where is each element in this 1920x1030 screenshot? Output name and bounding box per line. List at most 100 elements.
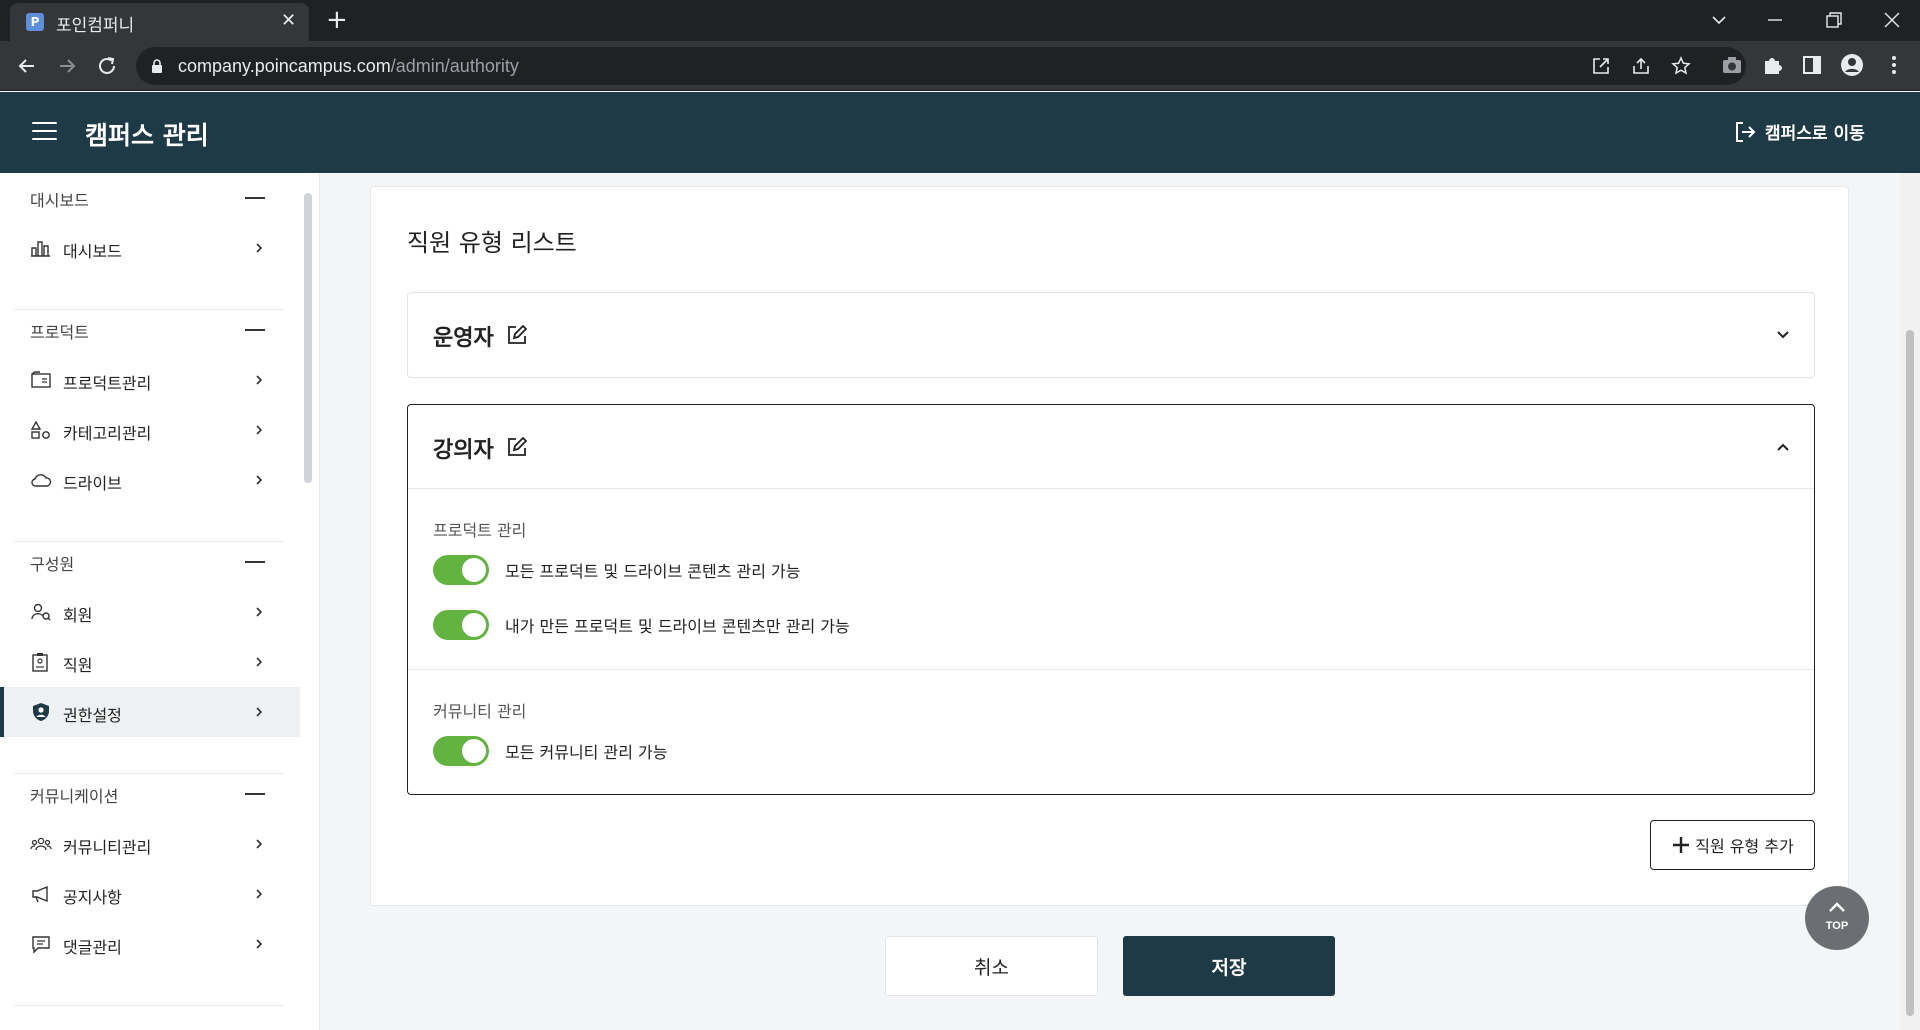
permission-row: 모든 커뮤니티 관리 가능 — [433, 736, 667, 766]
browser-menu-icon[interactable] — [1882, 53, 1906, 77]
role-header[interactable]: 강의자 — [408, 405, 1814, 489]
sidebar-item-product-manage[interactable]: 프로덕트관리 — [0, 355, 300, 405]
permission-toggle[interactable] — [433, 610, 489, 640]
edit-icon[interactable] — [506, 436, 528, 458]
chevron-right-icon — [256, 707, 263, 717]
sidebar-item-label: 공지사항 — [63, 888, 122, 907]
sidebar-section-header[interactable]: 프로덕트 — [0, 305, 300, 355]
permission-label: 모든 프로덕트 및 드라이브 콘텐츠 관리 가능 — [505, 562, 801, 581]
collapse-icon[interactable] — [245, 329, 265, 331]
add-staff-type-button[interactable]: 직원 유형 추가 — [1650, 820, 1815, 870]
profile-icon[interactable] — [1840, 53, 1864, 77]
sidebar-item-members[interactable]: 회원 — [0, 587, 300, 637]
staff-icon — [32, 653, 48, 672]
sidebar-section-members: 구성원 회원 직원 권한설정 — [0, 537, 300, 737]
exit-icon — [1736, 121, 1756, 142]
sidebar-item-label: 권한설정 — [63, 706, 122, 725]
sidebar-item-label: 댓글관리 — [63, 938, 122, 957]
permission-toggle[interactable] — [433, 555, 489, 585]
permission-row: 내가 만든 프로덕트 및 드라이브 콘텐츠만 관리 가능 — [433, 610, 850, 640]
extensions-puzzle-icon[interactable] — [1760, 53, 1784, 77]
favicon-icon: P — [26, 13, 44, 31]
chevron-right-icon — [256, 889, 263, 899]
sidebar-section-communication: 커뮤니케이션 커뮤니티관리 공지사항 댓글관리 — [0, 769, 300, 969]
sidebar-scrollbar[interactable] — [304, 193, 312, 483]
sidebar-item-drive[interactable]: 드라이브 — [0, 455, 300, 505]
community-icon — [30, 837, 52, 851]
goto-campus-button[interactable]: 캠퍼스로 이동 — [1733, 119, 1865, 144]
open-in-app-icon[interactable] — [1591, 56, 1611, 76]
goto-campus-label: 캠퍼스로 이동 — [1765, 124, 1865, 144]
sidebar-item-dashboard[interactable]: 대시보드 — [0, 223, 300, 273]
chevron-right-icon — [256, 243, 263, 253]
new-tab-button[interactable]: + — [326, 5, 348, 35]
sidebar-item-label: 카테고리관리 — [63, 424, 152, 443]
sidebar-item-label: 회원 — [63, 606, 93, 625]
permission-row: 모든 프로덕트 및 드라이브 콘텐츠 관리 가능 — [433, 555, 800, 585]
sidebar-section-header[interactable]: 대시보드 — [0, 173, 300, 223]
app-title: 캠퍼스 관리 — [85, 121, 209, 150]
save-button[interactable]: 저장 — [1123, 936, 1335, 996]
chevron-down-icon[interactable] — [1775, 327, 1791, 343]
sidebar-item-staff[interactable]: 직원 — [0, 637, 300, 687]
comment-icon — [32, 936, 50, 954]
megaphone-icon — [32, 885, 48, 903]
side-panel-icon[interactable] — [1800, 53, 1824, 77]
restore-button[interactable] — [1826, 5, 1842, 35]
role-divider — [408, 488, 1814, 489]
sidebar-item-label: 대시보드 — [63, 242, 122, 261]
collapse-icon[interactable] — [245, 561, 265, 563]
reload-icon[interactable] — [94, 53, 120, 79]
page-scrollbar[interactable] — [1906, 330, 1914, 1016]
browser-tab-bar: P 포인컴퍼니 ✕ + — [0, 0, 1920, 41]
permission-label: 내가 만든 프로덕트 및 드라이브 콘텐츠만 관리 가능 — [505, 617, 850, 636]
permission-label: 모든 커뮤니티 관리 가능 — [505, 743, 668, 762]
sidebar-item-authority[interactable]: 권한설정 — [0, 687, 300, 737]
sidebar-item-comments[interactable]: 댓글관리 — [0, 919, 300, 969]
page-title: 직원 유형 리스트 — [407, 229, 577, 257]
sidebar-item-label: 커뮤니티관리 — [63, 838, 152, 857]
address-bar[interactable]: company.poincampus.com/admin/authority — [136, 47, 1746, 85]
bar-chart-icon — [31, 241, 50, 257]
role-header[interactable]: 운영자 — [408, 293, 1814, 377]
scroll-top-button[interactable]: TOP — [1805, 886, 1869, 950]
chevron-right-icon — [256, 475, 263, 485]
share-icon[interactable] — [1631, 56, 1651, 76]
sidebar-item-notice[interactable]: 공지사항 — [0, 869, 300, 919]
chevron-right-icon — [256, 607, 263, 617]
permission-toggle[interactable] — [433, 736, 489, 766]
role-divider — [408, 669, 1814, 670]
menu-icon[interactable] — [32, 122, 57, 142]
sidebar-divider — [14, 1005, 284, 1006]
sidebar: 대시보드 대시보드 프로덕트 프로덕트관리 카테고리관리 드라이브 구성원 회원… — [0, 173, 320, 1030]
sidebar-section-label: 프로덕트 — [30, 323, 89, 342]
back-icon[interactable] — [14, 53, 40, 79]
chevron-right-icon — [256, 939, 263, 949]
sidebar-item-community[interactable]: 커뮤니티관리 — [0, 819, 300, 869]
close-window-button[interactable] — [1884, 5, 1900, 35]
shield-user-icon — [33, 703, 49, 721]
url-text: company.poincampus.com/admin/authority — [178, 56, 519, 76]
cancel-button[interactable]: 취소 — [885, 936, 1098, 996]
forward-icon[interactable] — [54, 53, 80, 79]
tab-search-icon[interactable] — [1711, 5, 1727, 35]
collapse-icon[interactable] — [245, 197, 265, 199]
sidebar-item-category-manage[interactable]: 카테고리관리 — [0, 405, 300, 455]
sidebar-item-label: 드라이브 — [63, 474, 122, 493]
role-name: 운영자 — [433, 326, 494, 351]
chevron-up-icon — [1829, 902, 1845, 912]
lock-icon — [152, 59, 162, 73]
camera-extension-icon[interactable] — [1720, 53, 1744, 77]
sidebar-section-label: 대시보드 — [30, 191, 89, 210]
minimize-button[interactable] — [1768, 5, 1782, 35]
bookmark-star-icon[interactable] — [1671, 56, 1691, 76]
sidebar-section-header[interactable]: 커뮤니케이션 — [0, 769, 300, 819]
chevron-up-icon[interactable] — [1775, 439, 1791, 455]
browser-tab[interactable]: P 포인컴퍼니 ✕ — [10, 3, 309, 41]
edit-icon[interactable] — [506, 324, 528, 346]
app-header: 캠퍼스 관리 캠퍼스로 이동 — [0, 92, 1920, 173]
collapse-icon[interactable] — [245, 793, 265, 795]
tab-close-icon[interactable]: ✕ — [281, 10, 296, 32]
sidebar-section-header[interactable]: 구성원 — [0, 537, 300, 587]
browser-toolbar: company.poincampus.com/admin/authority — [0, 41, 1920, 91]
